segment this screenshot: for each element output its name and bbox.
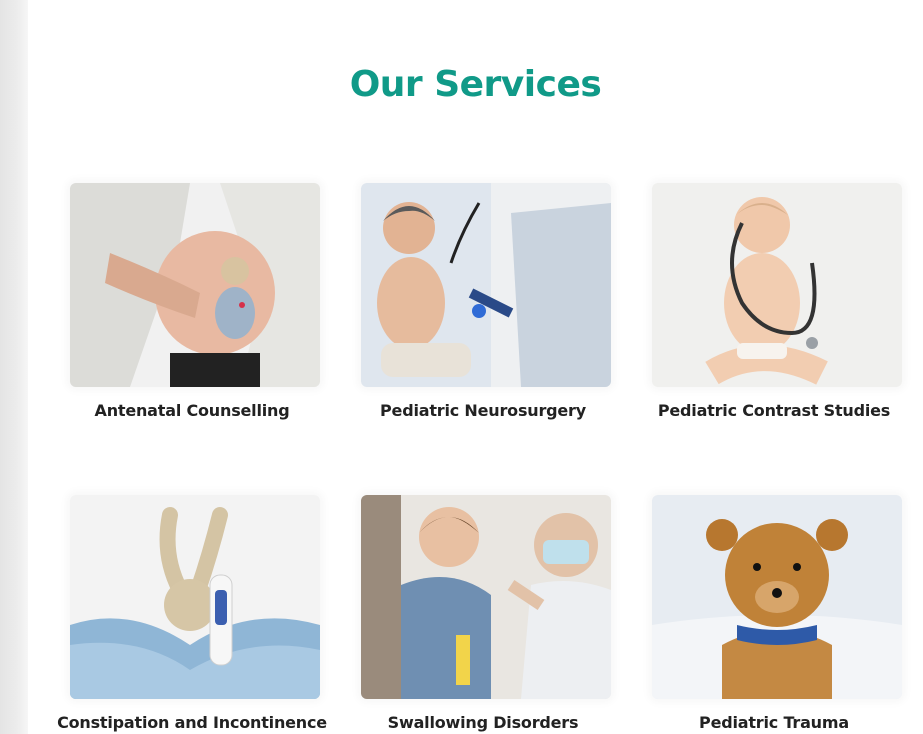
service-label[interactable]: Swallowing Disorders [335,713,631,732]
service-label[interactable]: Antenatal Counselling [44,401,340,420]
service-image[interactable] [652,495,902,699]
service-image[interactable] [70,183,320,387]
service-label[interactable]: Pediatric Neurosurgery [335,401,631,420]
service-image[interactable] [361,183,611,387]
service-label[interactable]: Constipation and Incontinence [44,713,340,732]
services-section: Our Services Antenatal Counselling Pedia… [28,0,923,734]
service-image[interactable] [70,495,320,699]
service-image[interactable] [361,495,611,699]
service-label[interactable]: Pediatric Contrast Studies [626,401,922,420]
section-title: Our Services [349,64,602,105]
scrollbar-track [0,0,28,734]
service-image[interactable] [652,183,902,387]
service-label[interactable]: Pediatric Trauma [626,713,922,732]
